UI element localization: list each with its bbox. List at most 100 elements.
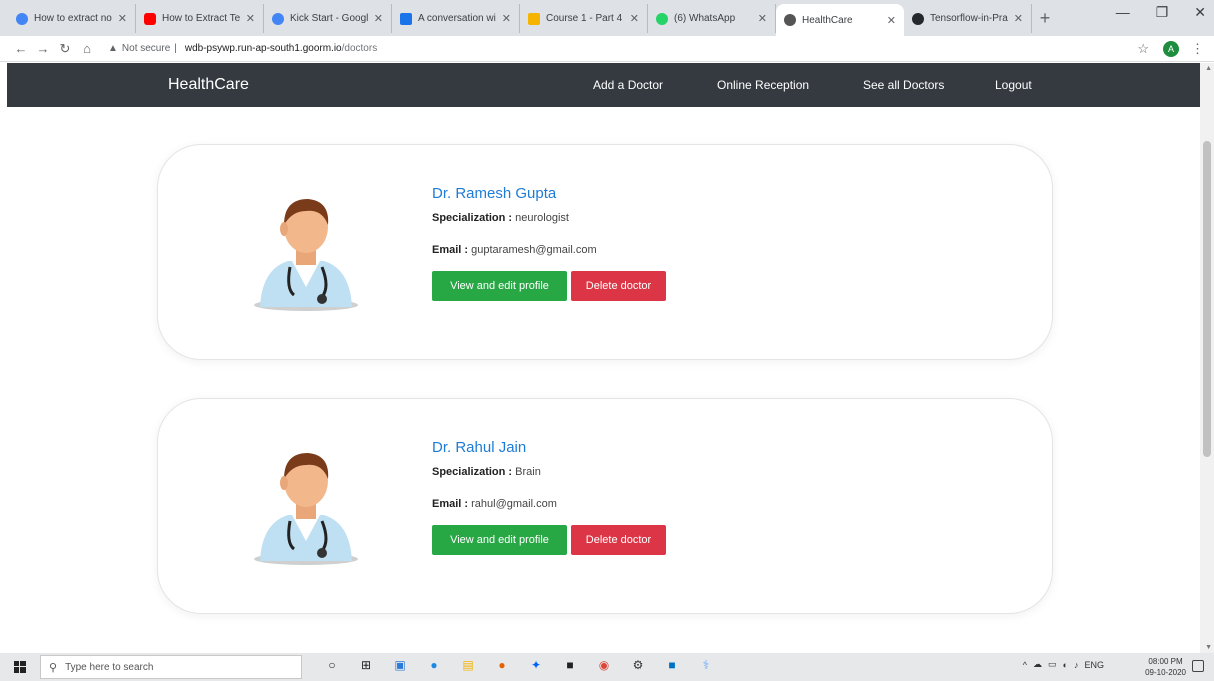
search-placeholder: Type here to search	[65, 661, 154, 673]
browser-tab[interactable]: How to extract no ✕	[8, 4, 136, 33]
globe-icon	[784, 14, 796, 26]
search-icon: ⚲	[49, 661, 58, 674]
task-view-icon[interactable]: ⊞	[356, 655, 376, 675]
close-tab-icon[interactable]: ✕	[758, 12, 767, 25]
browser-tab[interactable]: How to Extract Te ✕	[136, 4, 264, 33]
doctor-card: Dr. Rahul Jain Specialization : Brain Em…	[157, 398, 1053, 614]
whatsapp-icon	[656, 12, 668, 25]
url-path: /doctors	[341, 43, 378, 54]
app-navbar: HealthCare Add a Doctor Online Reception…	[7, 63, 1203, 107]
scroll-down-icon[interactable]: ▼	[1205, 644, 1212, 651]
dropbox-icon[interactable]: ✦	[526, 655, 546, 675]
file-explorer-icon[interactable]: ▣	[390, 655, 410, 675]
chrome-icon[interactable]: ◉	[594, 655, 614, 675]
language-indicator[interactable]: ENG	[1084, 660, 1104, 670]
notification-icon[interactable]	[1192, 660, 1204, 672]
security-label: Not secure	[121, 43, 171, 54]
email-value: rahul@gmail.com	[471, 498, 557, 510]
doctor-avatar-icon	[254, 453, 358, 565]
minimize-icon[interactable]: —	[1116, 4, 1130, 21]
app-icon[interactable]: ⚕	[696, 655, 716, 675]
system-tray: ^ ☁ ▭ ◐ ♪ ENG	[1023, 659, 1104, 670]
windows-start-icon[interactable]	[0, 661, 40, 673]
google-icon	[16, 12, 28, 25]
taskbar-clock[interactable]: 08:00 PM 09-10-2020	[1145, 656, 1186, 678]
doctor-name[interactable]: Dr. Rahul Jain	[432, 439, 526, 456]
email-row: Email : guptaramesh@gmail.com	[432, 244, 597, 256]
warning-icon: ▲	[108, 43, 118, 54]
forward-icon[interactable]: →	[32, 41, 54, 56]
url-input[interactable]: ▲ Not secure | wdb-psywp.run-ap-south1.g…	[98, 39, 1137, 59]
delete-doctor-button[interactable]: Delete doctor	[571, 525, 666, 555]
chat-icon	[400, 12, 412, 25]
cortana-icon[interactable]: ○	[322, 655, 342, 675]
scrollbar-thumb[interactable]	[1203, 141, 1211, 457]
volume-icon[interactable]: ♪	[1074, 660, 1079, 670]
email-row: Email : rahul@gmail.com	[432, 498, 557, 510]
url-host: wdb-psywp.run-ap-south1.goorm.io	[184, 43, 342, 54]
reload-icon[interactable]: ↻	[54, 41, 76, 57]
page-scrollbar[interactable]: ▲ ▼	[1200, 63, 1214, 653]
specialization-label: Specialization :	[432, 466, 513, 478]
store-icon[interactable]: ▤	[458, 655, 478, 675]
doctor-avatar-icon	[254, 199, 358, 311]
close-tab-icon[interactable]: ✕	[246, 12, 255, 25]
view-edit-profile-button[interactable]: View and edit profile	[432, 271, 567, 301]
specialization-row: Specialization : neurologist	[432, 212, 569, 224]
email-label: Email :	[432, 498, 469, 510]
bookmark-star-icon[interactable]: ☆	[1137, 41, 1149, 57]
outlook-icon[interactable]: ■	[662, 655, 682, 675]
url-separator: |	[174, 43, 177, 54]
specialization-value: Brain	[515, 466, 541, 478]
edge-icon[interactable]: ●	[424, 655, 444, 675]
browser-tab[interactable]: Tensorflow-in-Pra ✕	[904, 4, 1032, 33]
show-hidden-icons[interactable]: ^	[1023, 660, 1027, 670]
clock-time: 08:00 PM	[1148, 657, 1183, 666]
battery-icon[interactable]: ▭	[1048, 659, 1057, 670]
cloud-icon[interactable]: ☁	[1033, 659, 1042, 670]
specialization-label: Specialization :	[432, 212, 513, 224]
close-window-icon[interactable]: ✕	[1194, 4, 1206, 21]
doctor-card: Dr. Ramesh Gupta Specialization : neurol…	[157, 144, 1053, 360]
browser-tab[interactable]: Kick Start - Googl ✕	[264, 4, 392, 33]
delete-doctor-button[interactable]: Delete doctor	[571, 271, 666, 301]
browser-tab[interactable]: (6) WhatsApp ✕	[648, 4, 776, 33]
close-tab-icon[interactable]: ✕	[118, 12, 127, 25]
network-icon[interactable]: ◐	[1063, 660, 1068, 670]
scroll-up-icon[interactable]: ▲	[1205, 65, 1212, 72]
maximize-icon[interactable]: ❐	[1156, 4, 1169, 21]
clock-date: 09-10-2020	[1145, 668, 1186, 677]
close-tab-icon[interactable]: ✕	[1014, 12, 1023, 25]
specialization-row: Specialization : Brain	[432, 466, 541, 478]
close-tab-icon[interactable]: ✕	[502, 12, 511, 25]
back-icon[interactable]: ←	[10, 41, 32, 56]
close-tab-icon[interactable]: ✕	[374, 12, 383, 25]
notion-icon[interactable]: ■	[560, 655, 580, 675]
browser-tab-strip: How to extract no ✕ How to Extract Te ✕ Ki…	[0, 0, 1214, 36]
brand-logo[interactable]: HealthCare	[168, 76, 249, 94]
doctor-name[interactable]: Dr. Ramesh Gupta	[432, 185, 556, 202]
youtube-icon	[144, 12, 156, 25]
close-tab-icon[interactable]: ✕	[887, 14, 896, 27]
browser-tab[interactable]: Course 1 - Part 4 ✕	[520, 4, 648, 33]
nav-logout[interactable]: Logout	[995, 78, 1032, 92]
new-tab-button[interactable]: +	[1032, 4, 1058, 33]
close-tab-icon[interactable]: ✕	[630, 12, 639, 25]
home-icon[interactable]: ⌂	[76, 41, 98, 56]
email-value: guptaramesh@gmail.com	[471, 244, 597, 256]
course-icon	[528, 12, 540, 25]
settings-gear-icon[interactable]: ⚙	[628, 655, 648, 675]
firefox-icon[interactable]: ●	[492, 655, 512, 675]
nav-add-doctor[interactable]: Add a Doctor	[593, 78, 663, 92]
taskbar-search-input[interactable]: ⚲ Type here to search	[40, 655, 302, 679]
specialization-value: neurologist	[515, 212, 569, 224]
profile-avatar[interactable]: A	[1163, 40, 1179, 57]
email-label: Email :	[432, 244, 469, 256]
view-edit-profile-button[interactable]: View and edit profile	[432, 525, 567, 555]
nav-see-all-doctors[interactable]: See all Doctors	[863, 78, 944, 92]
menu-icon[interactable]: ⋮	[1191, 41, 1204, 57]
browser-tab-active[interactable]: HealthCare ✕	[776, 4, 904, 36]
google-icon	[272, 12, 284, 25]
nav-online-reception[interactable]: Online Reception	[717, 78, 809, 92]
browser-tab[interactable]: A conversation wi ✕	[392, 4, 520, 33]
